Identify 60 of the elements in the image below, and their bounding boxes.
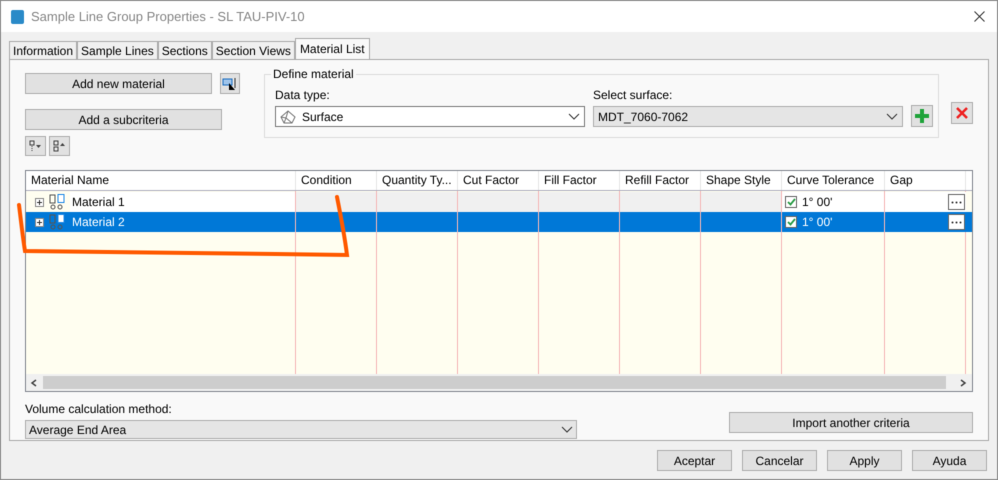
add-subcriteria-button[interactable]: Add a subcriteria bbox=[25, 109, 222, 130]
table-row[interactable]: Material 2 1° 00' bbox=[26, 212, 972, 232]
tab[interactable]: Sample Lines bbox=[77, 41, 158, 59]
column-header[interactable]: Material Name bbox=[26, 171, 296, 190]
tolerance-value: 1° 00' bbox=[802, 214, 832, 231]
chevron-down-icon bbox=[886, 112, 898, 120]
volume-method-dropdown[interactable]: Average End Area bbox=[25, 420, 577, 439]
horizontal-scrollbar[interactable] bbox=[26, 374, 972, 391]
column-header[interactable]: Refill Factor bbox=[620, 171, 701, 190]
window-title: Sample Line Group Properties - SL TAU-PIV-10 bbox=[31, 8, 305, 26]
material-icon bbox=[49, 194, 65, 210]
collapse-all-icon[interactable] bbox=[49, 136, 70, 156]
add-material-button[interactable]: Add new material bbox=[25, 73, 212, 94]
ellipsis-button[interactable] bbox=[948, 214, 965, 230]
tab[interactable]: Information bbox=[9, 41, 78, 59]
expand-icon[interactable] bbox=[35, 198, 44, 206]
column-header[interactable]: Curve Tolerance bbox=[782, 171, 885, 190]
material-name: Material 2 bbox=[71, 214, 126, 231]
close-icon[interactable] bbox=[974, 11, 985, 22]
chevron-down-icon bbox=[568, 112, 580, 120]
scroll-left-icon[interactable] bbox=[30, 378, 38, 386]
delete-icon[interactable] bbox=[951, 102, 973, 124]
data-type-dropdown[interactable]: Surface bbox=[275, 106, 585, 127]
expand-all-icon[interactable] bbox=[25, 136, 46, 156]
chevron-down-icon bbox=[561, 426, 573, 434]
material-name: Material 1 bbox=[70, 192, 295, 212]
import-criteria-button[interactable]: Import another criteria bbox=[729, 412, 973, 433]
group-title: Define material bbox=[271, 67, 356, 81]
field-label: Select surface: bbox=[593, 88, 674, 102]
column-header[interactable]: Shape Style bbox=[701, 171, 782, 190]
checkbox[interactable] bbox=[785, 196, 797, 208]
ellipsis-icon bbox=[951, 200, 962, 204]
ellipsis-button[interactable] bbox=[948, 194, 965, 210]
column-header[interactable]: Cut Factor bbox=[458, 171, 539, 190]
column-header[interactable]: Quantity Ty... bbox=[377, 171, 458, 190]
field-label: Data type: bbox=[275, 88, 331, 102]
checkbox[interactable] bbox=[785, 216, 797, 228]
tab[interactable]: Sections bbox=[158, 41, 212, 59]
tab[interactable]: Section Views bbox=[212, 41, 295, 59]
surface-icon bbox=[280, 110, 296, 124]
column-header[interactable]: Gap bbox=[885, 171, 966, 190]
column-header[interactable]: Condition bbox=[296, 171, 377, 190]
add-icon[interactable] bbox=[911, 105, 933, 127]
model-dropdown[interactable]: MDT_7060-7062 bbox=[593, 106, 903, 127]
scroll-right-icon[interactable] bbox=[959, 378, 967, 386]
tab[interactable]: Material List bbox=[294, 38, 370, 59]
expand-icon[interactable] bbox=[35, 218, 44, 226]
app-logo-icon bbox=[11, 10, 24, 24]
dialog-button[interactable]: Apply bbox=[827, 450, 902, 471]
dialog-button[interactable]: Cancelar bbox=[742, 450, 817, 471]
column-header[interactable]: Fill Factor bbox=[539, 171, 620, 190]
material-icon bbox=[49, 214, 65, 230]
dialog-button[interactable]: Aceptar bbox=[657, 450, 732, 471]
dialog-button[interactable]: Ayuda bbox=[912, 450, 987, 471]
scrollbar-thumb[interactable] bbox=[43, 376, 946, 389]
tolerance-value: 1° 00' bbox=[802, 194, 832, 211]
ellipsis-icon bbox=[951, 220, 962, 224]
pick-icon[interactable] bbox=[220, 73, 240, 94]
table-row[interactable]: Material 1 1° 00' bbox=[26, 192, 972, 212]
field-label: Volume calculation method: bbox=[25, 402, 173, 416]
